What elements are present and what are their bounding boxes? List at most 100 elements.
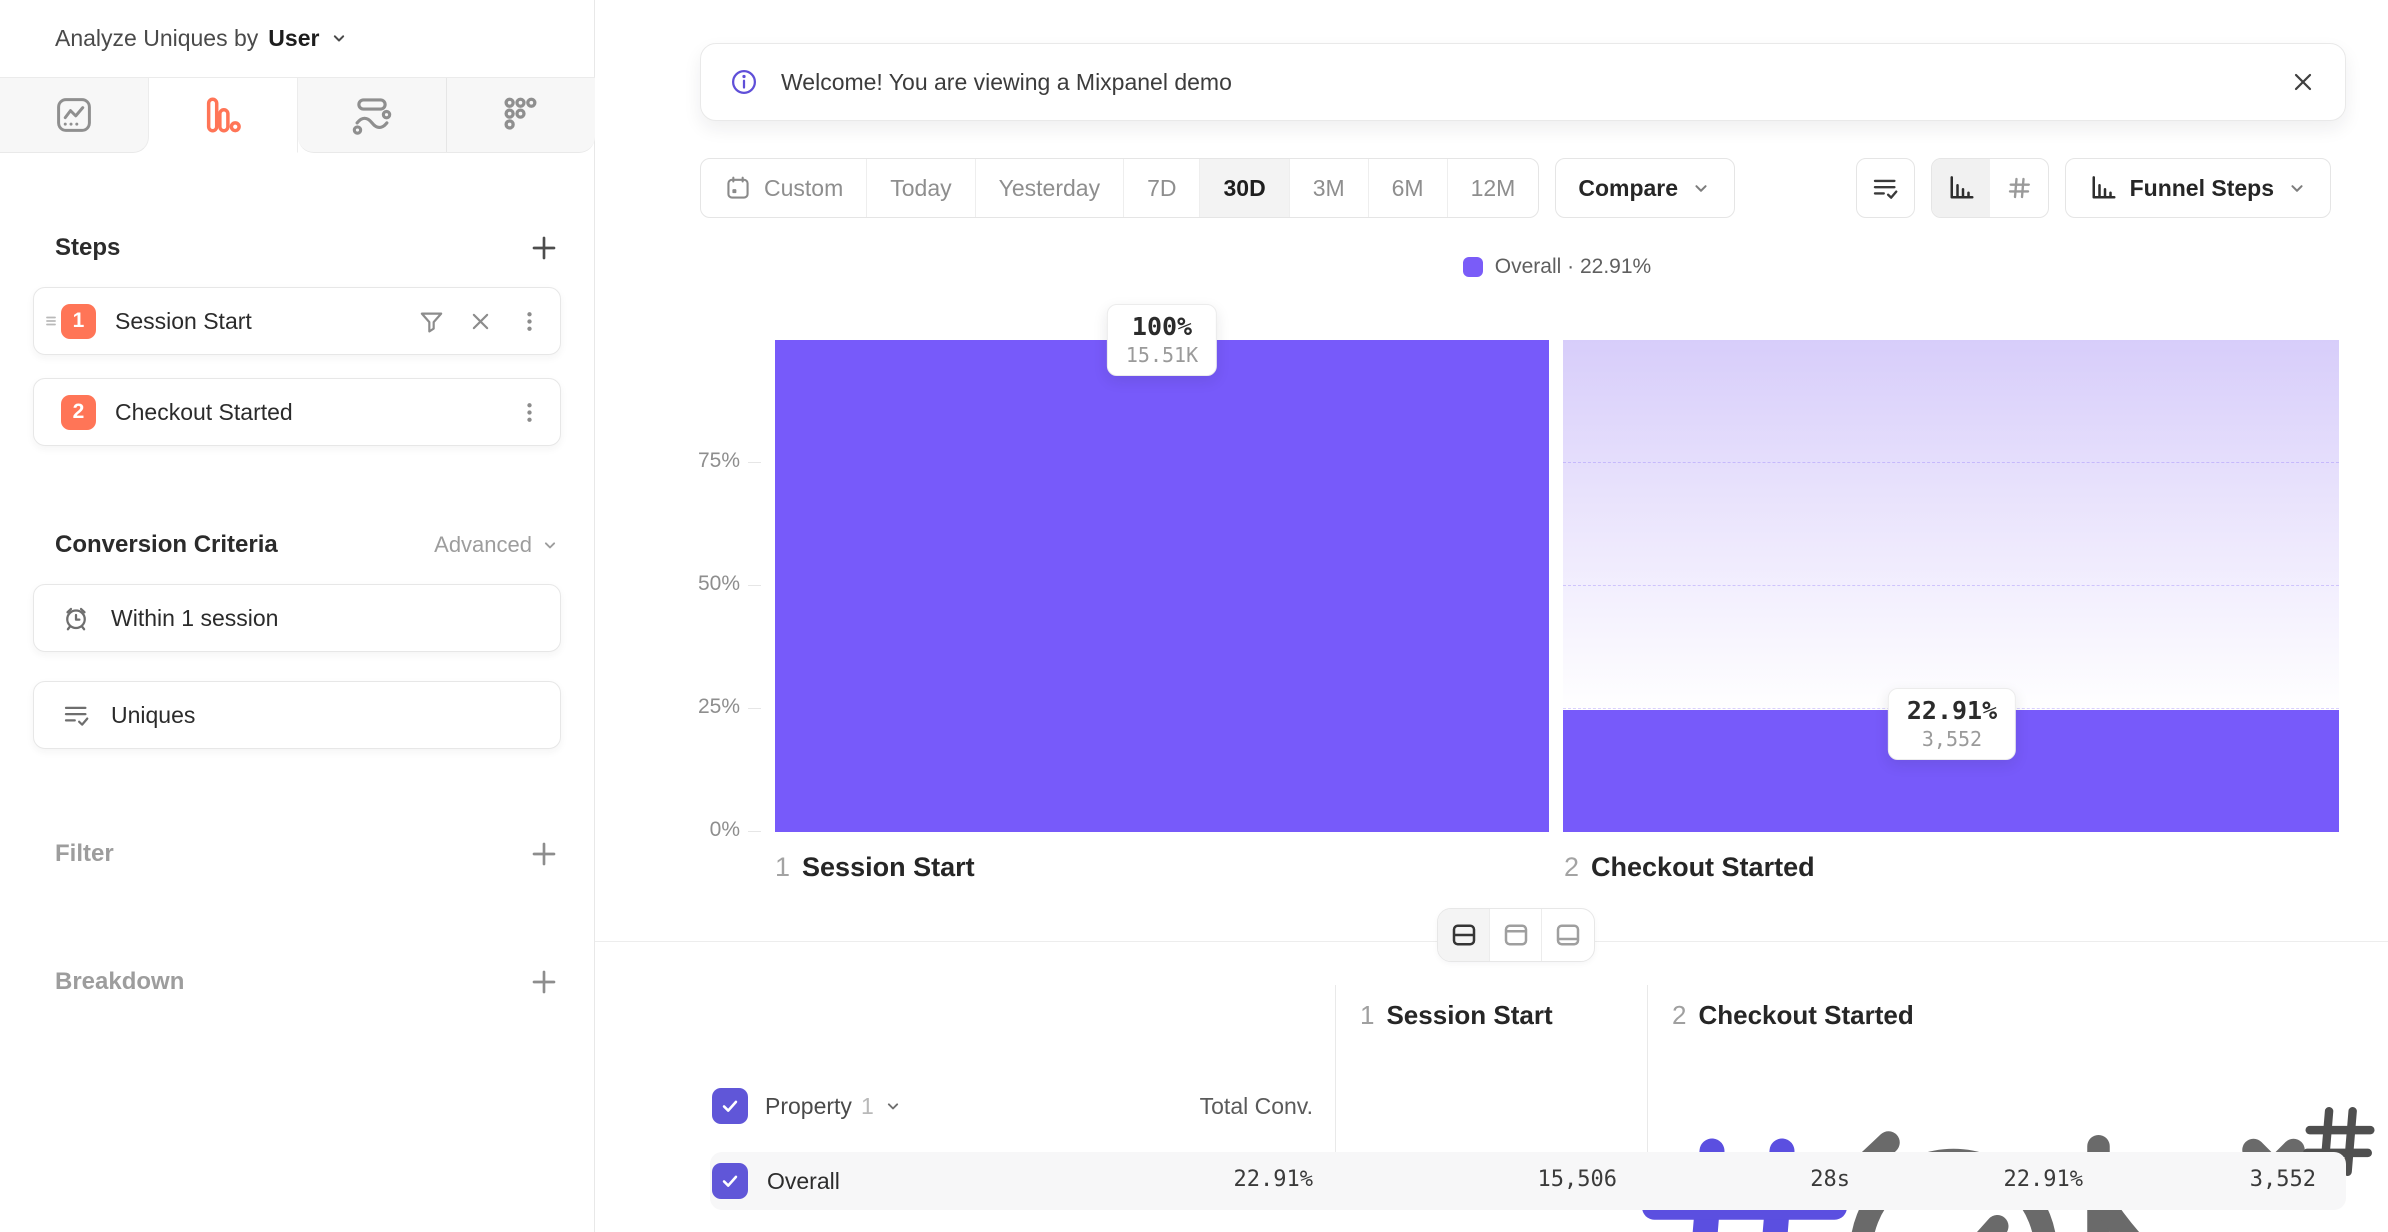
chart-only-view-icon	[1501, 920, 1531, 950]
tab-retention[interactable]	[447, 78, 595, 153]
alarm-clock-icon	[61, 603, 91, 633]
tab-flows[interactable]	[298, 78, 447, 153]
chart-legend: Overall · 22.91%	[775, 255, 2339, 279]
compare-button[interactable]: Compare	[1555, 158, 1735, 218]
conversion-window-card[interactable]: Within 1 session	[33, 584, 561, 652]
date-range-segmented-control: Custom Today Yesterday 7D 30D 3M 6M 12M	[700, 158, 1539, 218]
split-view-icon	[1449, 920, 1479, 950]
legend-swatch	[1463, 257, 1483, 277]
date-range-12m[interactable]: 12M	[1448, 159, 1539, 217]
conversion-window-label: Within 1 session	[111, 605, 278, 632]
retention-icon	[500, 94, 542, 136]
table-group-header-step1: 1 Session Start	[1360, 1000, 1553, 1031]
total-conv-column-header[interactable]: Total Conv.	[1063, 1093, 1313, 1120]
legend-label: Overall · 22.91%	[1495, 255, 1651, 279]
chevron-down-icon	[2286, 177, 2308, 199]
funnel-analysis-page: Analyze Uniques by User	[0, 0, 2388, 1232]
cell-step1-count: 15,506	[1417, 1167, 1617, 1192]
hash-icon	[2004, 173, 2034, 203]
chart-only-view-toggle[interactable]	[1490, 909, 1542, 961]
query-builder-sidebar: Analyze Uniques by User	[0, 0, 595, 1232]
funnel-chart-icon	[1946, 173, 1976, 203]
select-all-checkbox[interactable]	[712, 1088, 748, 1124]
breakdown-header: Breakdown	[55, 960, 560, 1004]
uniques-toggle-button[interactable]	[1856, 158, 1915, 218]
cell-avg-time: 28s	[1650, 1167, 1850, 1192]
close-icon[interactable]	[2289, 68, 2317, 96]
banner-message: Welcome! You are viewing a Mixpanel demo	[781, 69, 1232, 96]
table-only-view-toggle[interactable]	[1542, 909, 1594, 961]
chart-controls: Funnel Steps	[1856, 158, 2331, 218]
check-icon	[719, 1095, 741, 1117]
step-number-badge: 2	[61, 395, 96, 430]
breakdown-title: Breakdown	[55, 968, 184, 996]
date-range-6m[interactable]: 6M	[1369, 159, 1448, 217]
number-view-toggle[interactable]	[1990, 159, 2048, 217]
step-event-label[interactable]: Checkout Started	[115, 399, 293, 426]
analyze-value-dropdown[interactable]: User	[268, 25, 319, 52]
steps-header: Steps	[55, 226, 560, 270]
y-axis-tick: 0%	[680, 818, 740, 842]
y-axis-tick: 25%	[680, 695, 740, 719]
cell-converted-count: 3,552	[2116, 1167, 2316, 1192]
row-checkbox[interactable]	[712, 1163, 748, 1199]
date-range-30d[interactable]: 30D	[1200, 159, 1289, 217]
step-card-1[interactable]: 1 Session Start	[33, 287, 561, 355]
property-dropdown[interactable]: Property 1	[765, 1088, 903, 1124]
add-step-button[interactable]	[528, 232, 560, 264]
y-axis-tick-mark	[748, 462, 761, 463]
funnel-bar-step1[interactable]	[775, 340, 1549, 832]
date-range-3m[interactable]: 3M	[1290, 159, 1369, 217]
add-filter-button[interactable]	[528, 838, 560, 870]
advanced-dropdown[interactable]: Advanced	[434, 532, 560, 558]
drag-handle-icon[interactable]	[40, 309, 64, 333]
table-column-border	[1335, 985, 1336, 1152]
filter-title: Filter	[55, 840, 114, 868]
chevron-down-icon	[883, 1096, 903, 1116]
uniques-list-check-icon	[61, 700, 91, 730]
tooltip-percent: 22.91%	[1907, 696, 1997, 725]
row-label: Overall	[767, 1168, 840, 1195]
y-axis-tick-mark	[748, 585, 761, 586]
x-axis-step-label-2: 2 Checkout Started	[1564, 852, 1815, 883]
tooltip-percent: 100%	[1126, 312, 1198, 341]
funnel-steps-view-dropdown[interactable]: Funnel Steps	[2065, 158, 2331, 218]
funnel-bars-view-toggle[interactable]	[1932, 159, 1990, 217]
bar-value-tooltip-step2: 22.91% 3,552	[1888, 688, 2016, 760]
funnels-icon	[202, 94, 244, 136]
filter-funnel-icon[interactable]	[417, 307, 446, 336]
gridline-75	[1563, 462, 2339, 463]
analyze-label: Analyze Uniques by	[55, 25, 258, 52]
date-range-toolbar: Custom Today Yesterday 7D 30D 3M 6M 12M …	[700, 158, 1735, 218]
tab-insights[interactable]	[0, 78, 149, 153]
kebab-menu-icon[interactable]	[515, 307, 544, 336]
uniques-list-check-icon	[1870, 173, 1900, 203]
funnel-bar-step2-fade	[1563, 340, 2339, 712]
kebab-menu-icon[interactable]	[515, 398, 544, 427]
date-range-today[interactable]: Today	[867, 159, 975, 217]
calendar-icon	[724, 174, 752, 202]
chevron-down-icon	[540, 535, 560, 555]
funnel-chart-icon	[2088, 173, 2118, 203]
counting-method-card[interactable]: Uniques	[33, 681, 561, 749]
tooltip-count: 3,552	[1907, 727, 1997, 751]
y-axis-tick: 75%	[680, 449, 740, 473]
insights-icon	[53, 94, 95, 136]
table-group-header-step2: 2 Checkout Started	[1672, 1000, 1914, 1031]
add-breakdown-button[interactable]	[528, 966, 560, 998]
split-view-toggle[interactable]	[1438, 909, 1490, 961]
remove-step-icon[interactable]	[466, 307, 495, 336]
bar-value-tooltip-step1: 100% 15.51K	[1107, 304, 1217, 376]
date-range-yesterday[interactable]: Yesterday	[976, 159, 1124, 217]
step-event-label[interactable]: Session Start	[115, 308, 252, 335]
layout-toggle	[1437, 908, 1595, 962]
step-card-2[interactable]: 2 Checkout Started	[33, 378, 561, 446]
tab-funnels[interactable]	[149, 78, 298, 153]
date-range-custom[interactable]: Custom	[701, 159, 867, 217]
date-range-7d[interactable]: 7D	[1124, 159, 1200, 217]
gridline-50	[1563, 585, 2339, 586]
filter-header: Filter	[55, 832, 560, 876]
report-type-tabs	[0, 77, 595, 153]
flows-icon	[351, 94, 393, 136]
counting-method-label: Uniques	[111, 702, 195, 729]
